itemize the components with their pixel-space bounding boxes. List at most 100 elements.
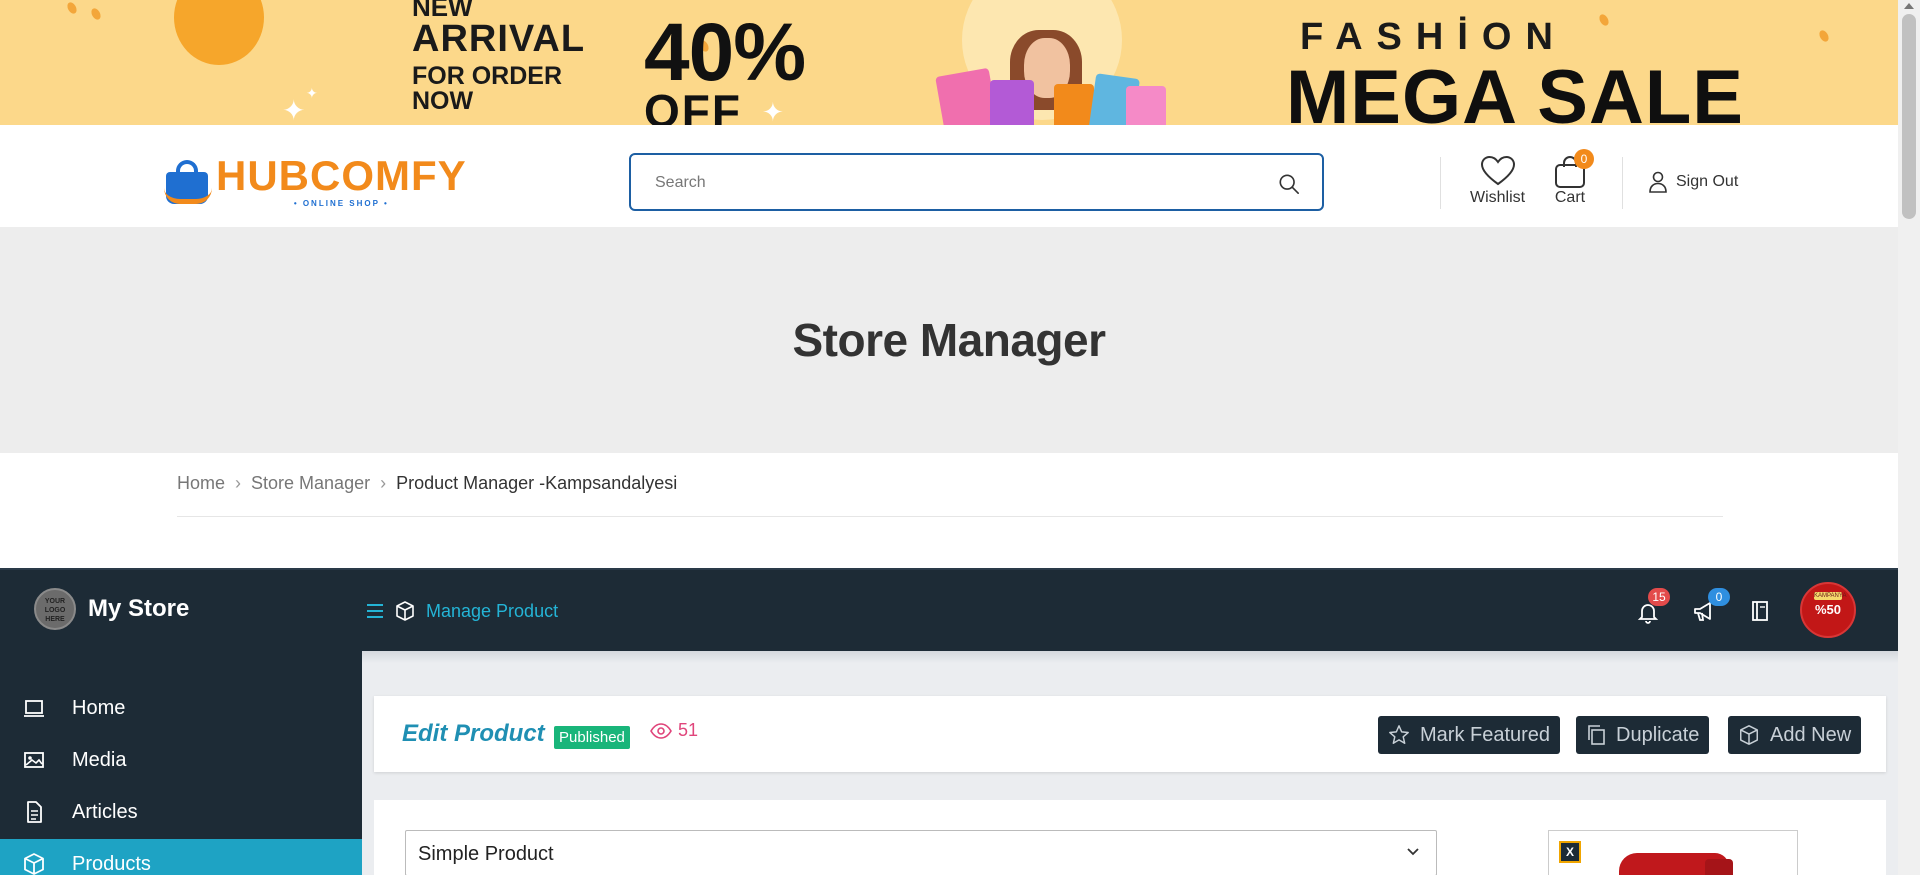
shopping-bag-illustration xyxy=(1126,86,1166,125)
banner-line: FOR ORDER xyxy=(412,62,562,90)
store-name[interactable]: My Store xyxy=(88,595,189,623)
discount-text: 40% OFF xyxy=(644,7,806,125)
logo-name: HUBCOMFY xyxy=(216,152,467,199)
duplicate-label: Duplicate xyxy=(1616,723,1700,746)
sparkle-icon: ✦ xyxy=(282,94,306,125)
search-icon[interactable] xyxy=(1278,173,1300,195)
cart-count-badge: 0 xyxy=(1574,149,1594,169)
banner-line: NEW xyxy=(412,0,473,22)
chevron-down-icon xyxy=(1407,848,1419,856)
sidebar-item-label: Home xyxy=(72,696,126,719)
scrollbar-thumb[interactable] xyxy=(1902,14,1916,219)
sparkle-icon: ✦ xyxy=(306,86,318,102)
product-type-select[interactable]: Simple Product xyxy=(405,830,1437,875)
header-divider xyxy=(1440,157,1441,209)
breadcrumb-store-manager[interactable]: Store Manager xyxy=(251,473,370,516)
dashboard-topbar: YOUR LOGO HERE My Store Manage Product 1… xyxy=(0,568,1898,651)
shopping-bag-illustration xyxy=(990,80,1034,125)
breadcrumb-home[interactable]: Home xyxy=(177,473,225,516)
banner-mega-sale-text: MEGA SALE xyxy=(1286,55,1744,125)
dashboard-sidebar: Home Media Articles Products xyxy=(0,651,362,875)
product-form: Simple Product X xyxy=(374,800,1886,875)
sidebar-item-articles[interactable]: Articles xyxy=(0,787,362,837)
product-image-thumbnail[interactable]: X xyxy=(1548,830,1798,875)
sidebar-item-label: Articles xyxy=(72,800,138,823)
wishlist-button[interactable]: Wishlist xyxy=(1470,155,1525,207)
product-image xyxy=(1705,859,1733,875)
page-scrollbar[interactable] xyxy=(1898,0,1920,875)
site-logo[interactable]: HUBCOMFY • ONLINE SHOP • xyxy=(164,155,467,208)
store-logo-avatar[interactable]: YOUR LOGO HERE xyxy=(34,588,76,630)
sign-out-label: Sign Out xyxy=(1676,173,1739,190)
sidebar-item-home[interactable]: Home xyxy=(0,683,362,733)
search-input[interactable] xyxy=(655,169,1255,197)
edit-product-header: Edit Product Published 51 Mark Featured xyxy=(374,696,1886,772)
promo-banner[interactable]: ✦ ✦ ✦ NEW ARRIVAL FOR ORDER NOW 40% OFF … xyxy=(0,0,1898,125)
new-arrival-text: NEW ARRIVAL FOR ORDER NOW xyxy=(412,0,585,114)
book-icon xyxy=(1752,601,1768,621)
document-icon xyxy=(27,801,42,823)
cube-icon xyxy=(396,601,414,621)
site-header: HUBCOMFY • ONLINE SHOP • Wishlist xyxy=(0,125,1898,227)
manage-product-heading: Manage Product xyxy=(366,600,558,622)
notifications-count-badge: 15 xyxy=(1648,588,1670,606)
monitor-icon xyxy=(24,700,44,717)
search-box xyxy=(629,153,1324,211)
banner-confetti xyxy=(1597,12,1611,28)
add-new-button[interactable]: Add New xyxy=(1728,716,1862,754)
view-count: 51 xyxy=(650,720,698,741)
announcements-count-badge: 0 xyxy=(1708,588,1730,606)
sidebar-item-products[interactable]: Products xyxy=(0,839,362,875)
cube-icon xyxy=(24,853,44,875)
page-title-band: Store Manager xyxy=(0,227,1898,453)
banner-confetti xyxy=(89,6,103,22)
sidebar-item-label: Media xyxy=(72,748,127,771)
duplicate-button[interactable]: Duplicate xyxy=(1576,716,1710,754)
shopping-bag-illustration xyxy=(1054,84,1094,125)
banner-confetti xyxy=(65,0,79,16)
user-icon xyxy=(1649,171,1667,193)
page-title: Store Manager xyxy=(792,314,1106,366)
banner-fashion-text: FASHİON xyxy=(1300,16,1567,58)
mark-featured-label: Mark Featured xyxy=(1420,723,1551,746)
promo-value: %50 xyxy=(1814,602,1842,617)
eye-icon xyxy=(650,722,672,739)
wishlist-label: Wishlist xyxy=(1470,189,1526,206)
scroll-up-arrow-icon[interactable] xyxy=(1904,3,1914,9)
heart-icon xyxy=(1480,155,1515,186)
dashboard-content: Edit Product Published 51 Mark Featured xyxy=(362,651,1898,875)
manage-product-label: Manage Product xyxy=(426,600,559,621)
promo-label: KAMPANYA xyxy=(1814,592,1847,600)
remove-image-button[interactable]: X xyxy=(1559,841,1581,863)
breadcrumb-separator: › xyxy=(380,473,387,493)
sidebar-item-label: Products xyxy=(72,852,151,875)
knowledgebase-button[interactable] xyxy=(1750,600,1774,624)
mark-featured-button[interactable]: Mark Featured xyxy=(1378,716,1561,754)
cart-label: Cart xyxy=(1554,189,1586,206)
copy-icon xyxy=(1588,725,1605,745)
product-type-value: Simple Product xyxy=(418,843,554,865)
star-icon xyxy=(1389,725,1409,744)
menu-icon[interactable] xyxy=(366,603,384,619)
announcements-button[interactable]: 0 xyxy=(1692,588,1730,624)
promo-campaign-avatar[interactable]: KAMPANYA %50 xyxy=(1800,582,1856,638)
banner-sun-decoration xyxy=(174,0,264,65)
header-divider xyxy=(1622,157,1623,209)
image-icon xyxy=(24,752,44,768)
edit-product-title: Edit Product xyxy=(402,720,545,747)
shopping-bag-logo-icon xyxy=(164,158,212,206)
banner-line: NOW xyxy=(412,87,474,115)
view-count-value: 51 xyxy=(678,720,699,740)
breadcrumb: Home › Store Manager › Product Manager -… xyxy=(177,473,1723,517)
cube-icon xyxy=(1740,725,1758,745)
breadcrumb-current: Product Manager -Kampsandalyesi xyxy=(396,473,678,493)
banner-confetti xyxy=(1817,28,1831,44)
sidebar-item-media[interactable]: Media xyxy=(0,735,362,785)
logo-tagline: • ONLINE SHOP • xyxy=(293,199,389,208)
status-badge: Published xyxy=(554,726,630,749)
banner-line: ARRIVAL xyxy=(412,18,586,60)
discount-percent: 40% xyxy=(644,7,806,98)
cart-button[interactable]: 0 Cart xyxy=(1552,149,1594,207)
notifications-button[interactable]: 15 xyxy=(1636,588,1670,624)
sign-out-button[interactable]: Sign Out xyxy=(1648,171,1738,193)
